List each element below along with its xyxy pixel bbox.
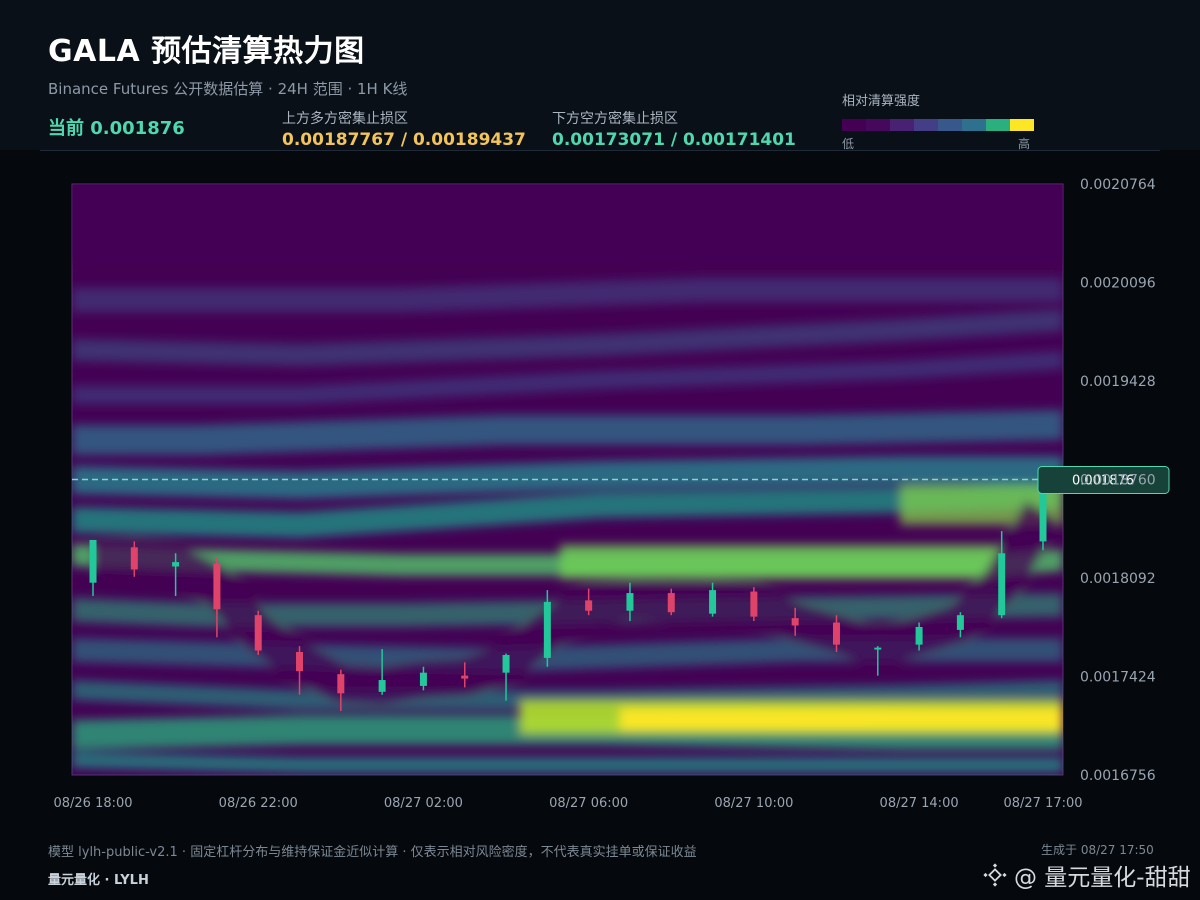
candle-body bbox=[915, 626, 923, 645]
model-note: 模型 lylh-public-v2.1 · 固定杠杆分布与维持保证金近似计算 ·… bbox=[48, 845, 697, 860]
candle-body bbox=[461, 675, 469, 679]
candle-body bbox=[254, 615, 262, 651]
liquidation-heatmap-chart: 0.0018760.00207640.00200960.00194280.001… bbox=[53, 177, 1170, 811]
y-axis-tick-label: 0.0019428 bbox=[1080, 374, 1156, 390]
y-axis-tick-label: 0.0020764 bbox=[1080, 177, 1156, 193]
candle-body bbox=[130, 547, 138, 570]
candle-body bbox=[172, 562, 180, 567]
candle-body bbox=[626, 593, 634, 611]
x-axis-tick-label: 08/27 10:00 bbox=[714, 796, 793, 811]
candle-body bbox=[667, 593, 675, 613]
candle-body bbox=[874, 647, 882, 650]
candle-body bbox=[419, 672, 427, 686]
candle-body bbox=[296, 652, 304, 672]
x-axis-tick-label: 08/26 22:00 bbox=[219, 796, 298, 811]
candle-body bbox=[956, 615, 964, 630]
candle-body bbox=[585, 600, 593, 611]
binance-logo-icon bbox=[983, 863, 1007, 887]
candle-body bbox=[543, 601, 551, 658]
candle-body bbox=[750, 591, 758, 617]
y-axis-tick-label: 0.0020096 bbox=[1080, 276, 1156, 292]
x-axis-tick-label: 08/27 02:00 bbox=[384, 796, 463, 811]
candle-body bbox=[337, 674, 345, 694]
watermark-text: @ 量元量化-甜甜 bbox=[1014, 865, 1191, 891]
heatmap-hotspot bbox=[560, 545, 1000, 579]
candle-body bbox=[998, 553, 1006, 616]
candle-body bbox=[89, 539, 97, 583]
candle-body bbox=[791, 618, 799, 626]
x-axis-tick-label: 08/27 14:00 bbox=[880, 796, 959, 811]
y-axis-tick-label: 0.0016756 bbox=[1080, 768, 1156, 784]
watermark: @ 量元量化-甜甜 bbox=[982, 858, 1191, 892]
x-axis-tick-label: 08/27 06:00 bbox=[549, 796, 628, 811]
candle-body bbox=[832, 622, 840, 645]
candle-body bbox=[502, 654, 510, 673]
candle-body bbox=[709, 590, 717, 614]
heatmap-hotspot bbox=[620, 708, 1063, 730]
y-axis-tick-label: 0.0018760 bbox=[1080, 473, 1156, 489]
candle-body bbox=[213, 563, 221, 610]
y-axis-tick-label: 0.0017424 bbox=[1080, 670, 1156, 686]
x-axis-tick-label: 08/26 18:00 bbox=[53, 796, 132, 811]
generated-time: 生成于 08/27 17:50 bbox=[1041, 843, 1154, 857]
candle-body bbox=[378, 680, 386, 692]
heatmap-top-region bbox=[72, 184, 1063, 264]
x-axis-tick-label: 08/27 17:00 bbox=[1003, 796, 1082, 811]
brand-label: 量元量化 · LYLH bbox=[48, 873, 149, 888]
y-axis-tick-label: 0.0018092 bbox=[1080, 571, 1156, 587]
